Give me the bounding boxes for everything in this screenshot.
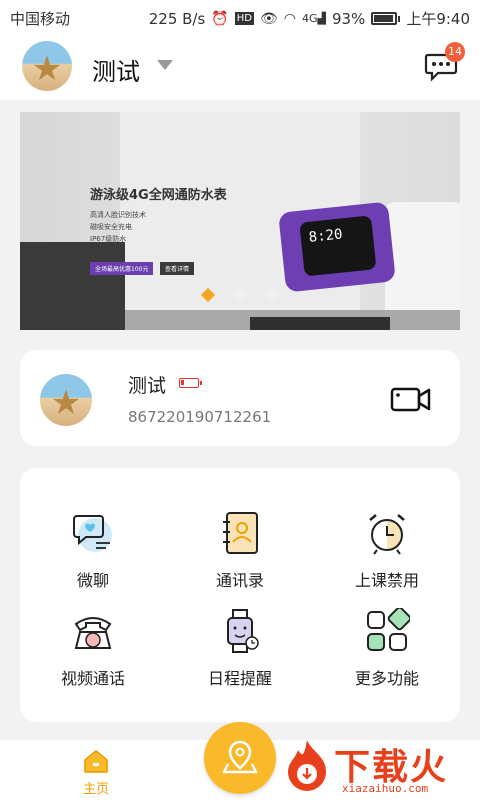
- watch-screen: 8:20: [299, 215, 377, 277]
- locate-button[interactable]: [204, 722, 276, 794]
- banner-detail-pill: 查看详情: [160, 262, 195, 275]
- clock: 上午9:40: [406, 10, 470, 28]
- battery-tip: [398, 15, 401, 22]
- battery-icon: [371, 12, 398, 25]
- low-battery-icon: [179, 378, 199, 388]
- low-battery-icon-tip: [200, 381, 202, 385]
- banner-feature: 磁吸安全充电: [90, 223, 132, 231]
- banner-feature: IP67级防水: [90, 235, 127, 243]
- video-camera-icon: [390, 387, 431, 412]
- chat-bubble-icon: [73, 515, 112, 552]
- function-video-call[interactable]: 视频通话: [20, 608, 166, 698]
- status-indicators: 225 B/s ⏰ HD 👁 ◠ 4G▟ 93% 上午9:40: [149, 8, 470, 29]
- function-label: 通讯录: [215, 571, 264, 590]
- promo-banner[interactable]: 游泳级4G全网通防水表 高清人脸识别技术 磁吸安全充电 IP67级防水 全场最高…: [20, 112, 460, 330]
- hd-icon: HD: [234, 12, 254, 25]
- alarm-clock-icon: [369, 514, 405, 555]
- wifi-icon: ◠: [283, 10, 296, 27]
- banner-feature: 高清人脸识别技术: [90, 211, 146, 219]
- grid-apps-icon: [367, 608, 410, 651]
- site-watermark: 下载火 xiazaihuo.com: [282, 736, 478, 798]
- function-label: 日程提醒: [207, 669, 272, 688]
- banner-block: [20, 242, 125, 330]
- function-schedule[interactable]: 日程提醒: [167, 608, 313, 698]
- eye-icon: 👁: [259, 10, 278, 27]
- carousel-dot[interactable]: [200, 287, 216, 303]
- unread-badge: 14: [445, 42, 465, 62]
- device-avatar[interactable]: ★: [40, 374, 92, 426]
- chevron-down-icon[interactable]: [157, 60, 173, 70]
- network-speed: 225 B/s: [148, 9, 206, 28]
- device-name: 测试: [128, 375, 167, 397]
- carousel-indicator: [200, 287, 280, 303]
- location-pin-icon: [222, 740, 258, 774]
- device-avatar[interactable]: ★: [22, 41, 72, 91]
- smartwatch-icon: [227, 609, 259, 653]
- status-bar: 中国移动 225 B/s ⏰ HD 👁 ◠ 4G▟ 93% 上午9:40: [0, 0, 480, 34]
- banner-pedestal: [250, 317, 390, 330]
- function-label: 上课禁用: [354, 571, 419, 590]
- function-wechat[interactable]: 微聊: [20, 510, 166, 600]
- app-header: ★ 测试 14: [0, 34, 480, 100]
- flame-logo-icon: [288, 740, 326, 791]
- starfish-icon: ★: [50, 382, 82, 423]
- watermark-url: xiazaihuo.com: [342, 782, 429, 795]
- function-label: 微聊: [76, 571, 109, 590]
- function-more[interactable]: 更多功能: [314, 608, 460, 698]
- device-id: 867220190712261: [128, 408, 272, 426]
- tab-home[interactable]: 主页: [70, 746, 122, 797]
- carousel-dot[interactable]: [232, 287, 248, 303]
- carrier-name: 中国移动: [10, 10, 71, 28]
- function-label: 更多功能: [354, 669, 419, 688]
- carousel-dot[interactable]: [264, 287, 280, 303]
- alarm-icon: ⏰: [211, 10, 229, 27]
- banner-cylinder: [385, 202, 460, 327]
- tab-home-label: 主页: [82, 782, 109, 797]
- video-call-button[interactable]: [390, 384, 432, 414]
- function-contacts[interactable]: 通讯录: [167, 510, 313, 600]
- home-icon: [84, 750, 108, 773]
- signal-icon: 4G▟: [301, 12, 326, 25]
- device-selector-name[interactable]: 测试: [92, 52, 140, 87]
- banner-headline: 游泳级4G全网通防水表: [90, 188, 227, 203]
- battery-percent: 93%: [331, 9, 366, 28]
- telephone-icon: [74, 617, 112, 649]
- smartwatch-image: 8:20: [278, 201, 396, 293]
- device-card[interactable]: ★ 测试 867220190712261: [20, 350, 460, 446]
- function-class-mode[interactable]: 上课禁用: [314, 510, 460, 600]
- contacts-book-icon: [223, 512, 258, 554]
- function-grid: 微聊 通讯录 上课禁用 视频通话 日程提醒 更多功能: [20, 468, 460, 722]
- starfish-icon: ★: [31, 48, 63, 89]
- banner-promo-pill: 全场最高优惠100元: [90, 262, 154, 275]
- function-label: 视频通话: [60, 669, 125, 688]
